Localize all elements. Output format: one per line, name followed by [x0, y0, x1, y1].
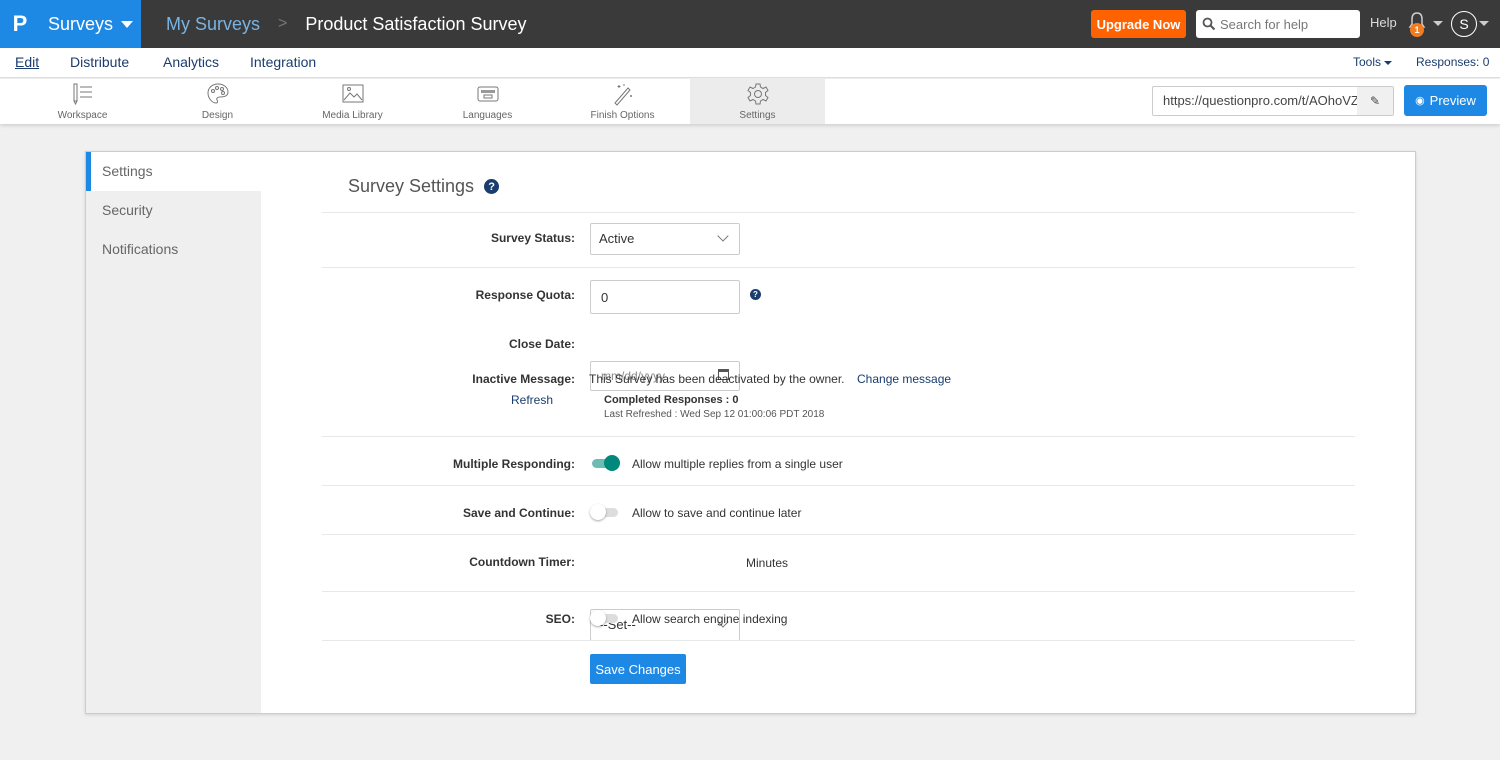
toolbar-label: Workspace	[57, 110, 108, 121]
multiple-responding-label: Multiple Responding:	[453, 457, 575, 471]
main-nav: Edit Distribute Analytics Integration To…	[0, 48, 1500, 78]
toolbar-label: Finish Options	[590, 110, 655, 121]
survey-status-label: Survey Status:	[490, 231, 575, 245]
tools-menu[interactable]: Tools	[1353, 55, 1393, 69]
settings-panel: Settings Security Notifications Survey S…	[85, 151, 1416, 714]
help-icon[interactable]: ?	[484, 179, 500, 194]
breadcrumb-separator-icon: >	[278, 15, 288, 32]
survey-url[interactable]: https://questionpro.com/t/AOhoVZ	[1153, 87, 1357, 115]
sidebar-item-notifications[interactable]: Notifications	[86, 230, 261, 269]
caret-down-icon	[121, 20, 134, 28]
save-continue-label: Save and Continue:	[462, 506, 575, 520]
preview-button[interactable]: ◉ Preview	[1404, 85, 1487, 116]
tab-distribute[interactable]: Distribute	[70, 54, 129, 70]
breadcrumb: My Surveys > Product Satisfaction Survey	[166, 0, 526, 48]
eye-icon: ◉	[1415, 95, 1425, 107]
toggle-knob	[604, 455, 620, 471]
page-title-text: Survey Settings	[348, 176, 475, 196]
notifications-button[interactable]: 1	[1405, 10, 1429, 38]
toolbar-media-library[interactable]: Media Library	[285, 79, 420, 124]
keyboard-icon	[477, 86, 498, 102]
completed-responses: Completed Responses : 0	[604, 394, 739, 406]
survey-status-select[interactable]: Active	[590, 223, 740, 255]
divider	[322, 534, 1355, 535]
toggle-knob	[590, 504, 606, 520]
page-title: Survey Settings ?	[348, 176, 500, 197]
notifications-caret-icon[interactable]	[1433, 21, 1443, 26]
settings-sidebar: Settings Security Notifications	[86, 152, 261, 713]
multiple-responding-description: Allow multiple replies from a single use…	[632, 457, 843, 471]
sidebar-item-settings[interactable]: Settings	[86, 152, 261, 191]
product-switcher[interactable]: P Surveys	[0, 0, 141, 48]
seo-label: SEO:	[545, 612, 575, 626]
help-search	[1196, 10, 1360, 38]
tab-analytics[interactable]: Analytics	[163, 54, 219, 70]
top-bar: P Surveys My Surveys > Product Satisfact…	[0, 0, 1500, 48]
responses-count[interactable]: Responses: 0	[1416, 55, 1489, 69]
toolbar-label: Settings	[739, 110, 776, 121]
seo-description: Allow search engine indexing	[632, 612, 788, 626]
avatar[interactable]: S	[1451, 11, 1477, 37]
divider	[322, 591, 1355, 592]
caret-down-icon	[1384, 60, 1393, 65]
help-link[interactable]: Help	[1370, 15, 1397, 30]
preview-label: Preview	[1429, 93, 1476, 108]
tools-label: Tools	[1353, 55, 1382, 69]
logo-icon: P	[12, 11, 28, 36]
toolbar-finish-options[interactable]: Finish Options	[555, 79, 690, 124]
magic-wand-icon	[613, 84, 632, 106]
response-quota-label: Response Quota:	[475, 288, 575, 302]
save-changes-button[interactable]: Save Changes	[590, 654, 686, 684]
settings-form: Survey Settings ? Survey Status: Active …	[322, 152, 1355, 713]
change-message-link[interactable]: Change message	[857, 372, 951, 386]
tab-edit[interactable]: Edit	[15, 54, 39, 70]
toolbar-workspace[interactable]: Workspace	[15, 79, 150, 124]
toolbar-label: Languages	[462, 110, 513, 121]
inactive-message-label: Inactive Message:	[472, 372, 575, 386]
survey-status-value: Active	[599, 231, 635, 246]
last-refreshed: Last Refreshed : Wed Sep 12 01:00:06 PDT…	[604, 409, 825, 420]
pencil-icon[interactable]: ✎	[1357, 87, 1393, 115]
refresh-link[interactable]: Refresh	[511, 393, 553, 407]
save-continue-toggle[interactable]	[590, 503, 620, 521]
palette-icon	[206, 83, 229, 104]
notification-badge: 1	[1410, 23, 1424, 37]
toolbar-settings[interactable]: Settings	[690, 79, 825, 124]
survey-url-field[interactable]: https://questionpro.com/t/AOhoVZ ✎	[1152, 86, 1394, 116]
upgrade-now-button[interactable]: Upgrade Now	[1091, 10, 1186, 38]
countdown-timer-unit: Minutes	[746, 556, 789, 570]
divider	[322, 267, 1355, 268]
workspace-icon	[73, 83, 92, 106]
response-quota-help-icon[interactable]: ?	[750, 289, 761, 300]
sidebar-item-security[interactable]: Security	[86, 191, 261, 230]
inactive-message-text: This Survey has been deactivated by the …	[589, 372, 845, 386]
toolbar-design[interactable]: Design	[150, 79, 285, 124]
divider	[322, 212, 1355, 213]
seo-toggle[interactable]	[590, 609, 620, 627]
breadcrumb-current-survey: Product Satisfaction Survey	[305, 13, 527, 34]
toolbar-languages[interactable]: Languages	[420, 79, 555, 124]
countdown-timer-label: Countdown Timer:	[469, 555, 575, 569]
search-icon	[1202, 17, 1216, 31]
breadcrumb-my-surveys[interactable]: My Surveys	[166, 14, 260, 35]
product-name: Surveys	[48, 13, 114, 34]
image-icon	[342, 84, 363, 103]
multiple-responding-toggle[interactable]	[590, 454, 620, 472]
toggle-knob	[590, 610, 606, 626]
chevron-down-icon	[717, 230, 729, 242]
gear-icon	[746, 83, 769, 105]
divider	[322, 485, 1355, 486]
save-continue-description: Allow to save and continue later	[632, 506, 802, 520]
divider	[322, 640, 1355, 641]
response-quota-input[interactable]	[590, 280, 740, 314]
toolbar-label: Design	[201, 110, 234, 121]
account-caret-icon[interactable]	[1479, 21, 1489, 26]
toolbar-label: Media Library	[322, 110, 383, 121]
help-search-input[interactable]	[1220, 16, 1360, 32]
close-date-label: Close Date:	[508, 337, 575, 351]
divider	[322, 436, 1355, 437]
tab-integration[interactable]: Integration	[250, 54, 316, 70]
